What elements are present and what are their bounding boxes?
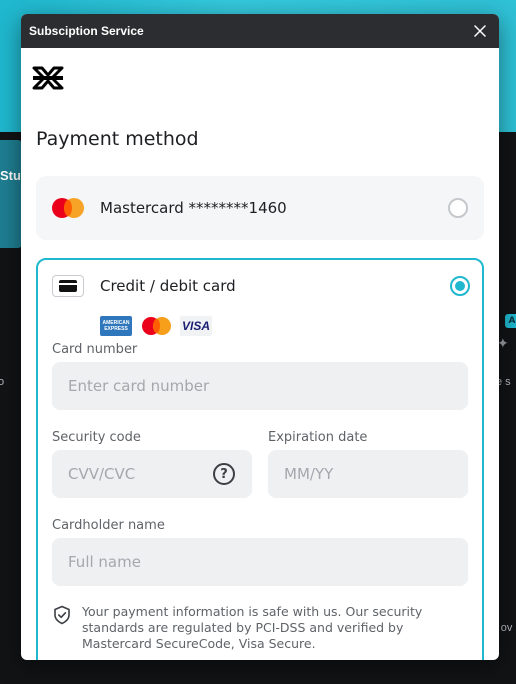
credit-card-radio[interactable] — [450, 276, 470, 296]
dialog-title: Subsciption Service — [29, 24, 144, 38]
security-note: Your payment information is safe with us… — [52, 604, 472, 652]
close-button[interactable] — [471, 22, 489, 40]
page-title: Payment method — [36, 128, 199, 150]
security-note-text: Your payment information is safe with us… — [82, 604, 423, 651]
shield-check-icon — [54, 605, 70, 625]
card-number-label: Card number — [52, 342, 138, 357]
security-code-label: Security code — [52, 430, 141, 445]
credit-card-form: Credit / debit card AMERICAN EXPRESS VIS… — [36, 258, 484, 660]
credit-card-label: Credit / debit card — [100, 277, 236, 295]
mastercard-icon — [52, 198, 84, 218]
background-card — [0, 140, 22, 248]
cardholder-name-input[interactable] — [52, 538, 468, 586]
background-badge: A — [505, 314, 516, 328]
saved-card-radio[interactable] — [448, 198, 468, 218]
card-number-input[interactable] — [52, 362, 468, 410]
expiration-date-input[interactable] — [268, 450, 468, 498]
credit-card-option[interactable]: Credit / debit card — [52, 274, 470, 298]
cardholder-name-label: Cardholder name — [52, 518, 165, 533]
amex-icon: AMERICAN EXPRESS — [100, 316, 132, 336]
visa-icon: VISA — [180, 316, 212, 336]
help-icon[interactable]: ? — [213, 463, 235, 485]
saved-card-label: Mastercard ********1460 — [100, 199, 287, 217]
card-brand-logos: AMERICAN EXPRESS VISA — [100, 316, 212, 336]
dialog-titlebar: Subsciption Service — [21, 14, 499, 48]
capcut-logo-icon — [32, 66, 64, 90]
credit-card-icon — [52, 275, 84, 297]
background-card-text: Stu — [0, 168, 21, 183]
subscription-dialog: Subsciption Service Payment method Maste… — [21, 14, 499, 660]
expiration-date-label: Expiration date — [268, 430, 368, 445]
mastercard-brand-icon — [140, 316, 172, 336]
close-icon — [474, 25, 486, 37]
background-left-text: o — [0, 376, 5, 388]
saved-card-option[interactable]: Mastercard ********1460 — [36, 176, 484, 240]
